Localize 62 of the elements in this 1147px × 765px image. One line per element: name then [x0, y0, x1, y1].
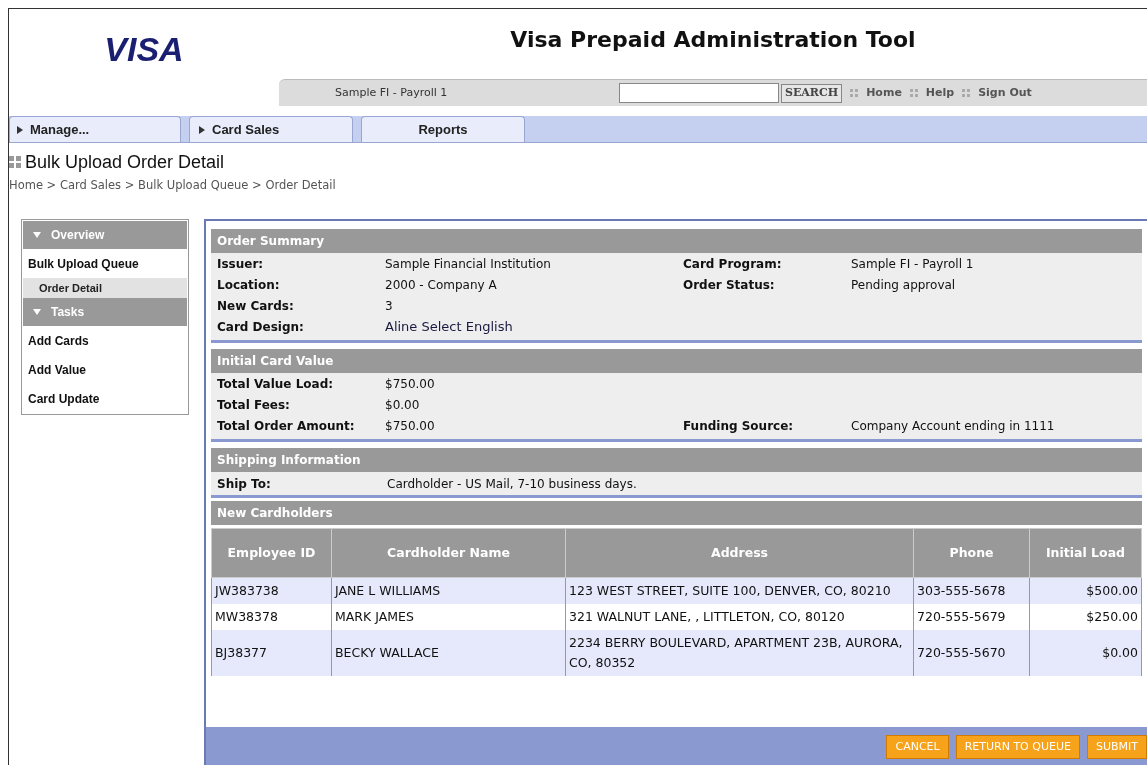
sidebar-item[interactable]: Card Update: [23, 384, 187, 414]
field-value: Pending approval: [851, 276, 957, 294]
nav-tab[interactable]: Manage...: [9, 116, 181, 142]
search-button[interactable]: SEARCH: [781, 83, 843, 103]
separator-icon: [850, 89, 859, 97]
column-header: Employee ID: [211, 528, 332, 578]
table-cell: 2234 BERRY BOULEVARD, APARTMENT 23B, AURORA, CO, 80352: [565, 630, 914, 677]
field-value: 2000 - Company A: [385, 276, 498, 294]
header-link[interactable]: Home: [866, 84, 902, 102]
field-label: Funding Source:: [683, 417, 795, 435]
table-cell: BJ38377: [211, 630, 332, 677]
field-label: Ship To:: [217, 475, 272, 493]
field-label: Issuer:: [217, 255, 265, 273]
sidebar-item[interactable]: Order Detail: [23, 278, 187, 299]
separator-icon: [962, 89, 971, 97]
section-header: Shipping Information: [211, 448, 1142, 473]
field-value: Sample FI - Payroll 1: [851, 255, 975, 273]
field-label: Total Fees:: [217, 396, 291, 414]
field-label: Order Status:: [683, 276, 776, 294]
caret-icon: [16, 125, 24, 134]
nav-tab[interactable]: Card Sales: [189, 116, 353, 142]
sidebar-item[interactable]: Bulk Upload Queue: [23, 249, 187, 279]
field-value: 3: [385, 297, 394, 315]
column-header: Cardholder Name: [331, 528, 566, 578]
field-label: Location:: [217, 276, 281, 294]
header-link[interactable]: Sign Out: [978, 84, 1032, 102]
field-value: $750.00: [385, 375, 436, 393]
field-label: New Cards:: [217, 297, 295, 315]
table-cell: $0.00: [1029, 630, 1142, 677]
field-value: Sample Financial Institution: [385, 255, 552, 273]
app-title: Visa Prepaid Administration Tool: [510, 25, 916, 54]
column-header: Phone: [913, 528, 1030, 578]
field-value: Cardholder - US Mail, 7-10 business days.: [387, 475, 637, 493]
separator-icon: [909, 89, 918, 97]
table-cell: BECKY WALLACE: [331, 630, 566, 677]
caret-icon: [198, 125, 206, 134]
field-value: Company Account ending in 1111: [851, 417, 1056, 435]
caret-icon: [33, 308, 41, 317]
column-header: Initial Load: [1029, 528, 1142, 578]
sidebar-item[interactable]: Add Value: [23, 355, 187, 385]
header-link[interactable]: Help: [925, 84, 955, 102]
field-label: Total Value Load:: [217, 375, 335, 393]
field-value: $0.00: [385, 396, 421, 414]
nav-tab[interactable]: Reports: [361, 116, 525, 142]
section-header: Order Summary: [211, 229, 1142, 254]
field-value: $750.00: [385, 417, 436, 435]
column-header: Address: [565, 528, 914, 578]
page-title: Bulk Upload Order Detail: [25, 150, 225, 174]
caret-icon: [33, 231, 41, 240]
section-header: New Cardholders: [211, 501, 1142, 526]
logo: VISA: [104, 28, 184, 70]
section-header: Initial Card Value: [211, 349, 1142, 374]
breadcrumb: Home > Card Sales > Bulk Upload Queue > Order Detail: [9, 177, 337, 194]
grid-icon: [9, 156, 21, 168]
table-cell: 720-555-5670: [913, 630, 1030, 677]
field-label: Card Design:: [217, 318, 305, 336]
sidebar-item[interactable]: Add Cards: [23, 326, 187, 356]
search-field[interactable]: [619, 83, 779, 103]
field-value: Aline Select English: [385, 318, 514, 336]
field-label: Total Order Amount:: [217, 417, 356, 435]
field-label: Card Program:: [683, 255, 783, 273]
context-label: Sample FI - Payroll 1: [334, 84, 449, 101]
